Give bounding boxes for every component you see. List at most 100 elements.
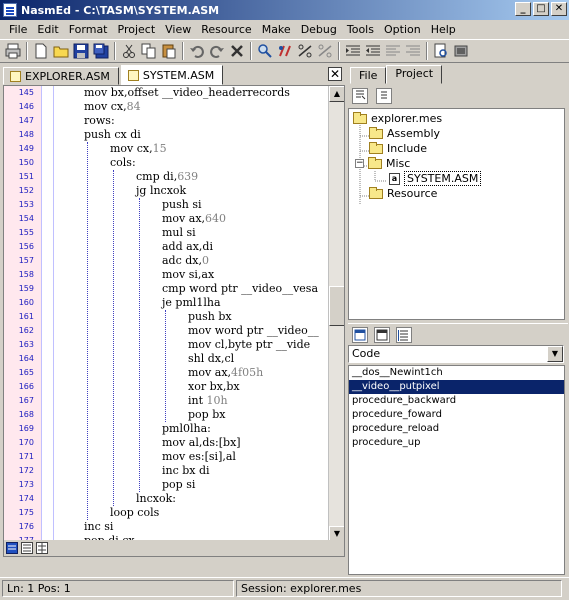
build-icon[interactable] — [451, 41, 471, 61]
comment-icon[interactable] — [295, 41, 315, 61]
tree-folder-include[interactable]: Include — [369, 141, 427, 156]
code-line[interactable]: 167 int 10h — [4, 394, 330, 408]
code-line[interactable]: 176 inc si — [4, 520, 330, 534]
print-icon[interactable] — [3, 41, 23, 61]
list-item[interactable]: procedure_reload — [349, 422, 564, 436]
menu-file[interactable]: File — [4, 23, 32, 36]
project-notes-icon[interactable] — [376, 88, 392, 104]
save-all-icon[interactable] — [91, 41, 111, 61]
menu-project[interactable]: Project — [113, 23, 161, 36]
code-line[interactable]: 172 inc bx di — [4, 464, 330, 478]
code-line[interactable]: 175 loop cols — [4, 506, 330, 520]
code-line[interactable]: 149 mov cx,15 — [4, 142, 330, 156]
view-normal-icon[interactable] — [4, 541, 19, 555]
menu-view[interactable]: View — [160, 23, 196, 36]
code-line[interactable]: 163 mov cl,byte ptr __vide — [4, 338, 330, 352]
preview-icon[interactable] — [431, 41, 451, 61]
code-line[interactable]: 164 shl dx,cl — [4, 352, 330, 366]
list-procedures-icon[interactable] — [396, 326, 412, 343]
tab-system-asm[interactable]: SYSTEM.ASM — [120, 65, 224, 85]
menu-resource[interactable]: Resource — [196, 23, 256, 36]
menu-debug[interactable]: Debug — [296, 23, 342, 36]
tree-folder-misc[interactable]: − Misc — [355, 156, 410, 171]
code-line[interactable]: 174 lncxok: — [4, 492, 330, 506]
view-split-icon[interactable] — [19, 541, 34, 555]
code-line[interactable]: 160 je pml1lha — [4, 296, 330, 310]
code-line[interactable]: 145 mov bx,offset __video_headerrecords — [4, 86, 330, 100]
list-item[interactable]: procedure_up — [349, 436, 564, 450]
justify-icon[interactable] — [403, 41, 423, 61]
list-item[interactable]: procedure_backward — [349, 394, 564, 408]
tree-root[interactable]: explorer.mes — [353, 111, 442, 126]
menu-format[interactable]: Format — [64, 23, 113, 36]
new-file-icon[interactable] — [31, 41, 51, 61]
list-item-selected[interactable]: __video__putpixel — [349, 380, 564, 394]
menu-option[interactable]: Option — [379, 23, 426, 36]
project-properties-icon[interactable] — [352, 88, 368, 104]
project-tree[interactable]: explorer.mes Assembly Include − Misc a S… — [348, 108, 565, 320]
scroll-up-button[interactable]: ▲ — [329, 86, 344, 102]
uncomment-icon[interactable] — [315, 41, 335, 61]
menu-help[interactable]: Help — [426, 23, 461, 36]
redo-icon[interactable] — [207, 41, 227, 61]
code-type-select[interactable]: Code ▼ — [348, 345, 564, 363]
code-line[interactable]: 166 xor bx,bx — [4, 380, 330, 394]
code-line[interactable]: 162 mov word ptr __video__ — [4, 324, 330, 338]
cut-icon[interactable] — [119, 41, 139, 61]
copy-icon[interactable] — [139, 41, 159, 61]
code-line[interactable]: 150 cols: — [4, 156, 330, 170]
procedure-list[interactable]: __dos__Newint1ch __video__putpixel proce… — [348, 365, 565, 575]
code-line[interactable]: 146 mov cx,84 — [4, 100, 330, 114]
code-line[interactable]: 154 mov ax,640 — [4, 212, 330, 226]
code-line[interactable]: 161 push bx — [4, 310, 330, 324]
scroll-thumb[interactable] — [329, 286, 344, 326]
minimize-button[interactable]: _ — [515, 2, 531, 16]
menu-make[interactable]: Make — [257, 23, 296, 36]
dialog-icon[interactable] — [374, 326, 390, 343]
find-icon[interactable] — [255, 41, 275, 61]
view-list-icon[interactable] — [34, 541, 49, 555]
code-line[interactable]: 151 cmp di,639 — [4, 170, 330, 184]
code-line[interactable]: 152 jg lncxok — [4, 184, 330, 198]
tab-explorer-asm[interactable]: EXPLORER.ASM — [3, 67, 119, 85]
tab-file[interactable]: File — [350, 67, 387, 84]
code-line[interactable]: 155 mul si — [4, 226, 330, 240]
app-icon[interactable] — [3, 3, 17, 17]
tree-file-system-asm[interactable]: a SYSTEM.ASM — [389, 171, 482, 186]
paste-icon[interactable] — [159, 41, 179, 61]
align-icon[interactable] — [383, 41, 403, 61]
code-editor[interactable]: 145 mov bx,offset __video_headerrecords 14… — [3, 85, 345, 557]
menu-edit[interactable]: Edit — [32, 23, 63, 36]
code-line[interactable]: 147 rows: — [4, 114, 330, 128]
code-line[interactable]: 171 mov es:[si],al — [4, 450, 330, 464]
code-line[interactable]: 168 pop bx — [4, 408, 330, 422]
code-line[interactable]: 156 add ax,di — [4, 240, 330, 254]
code-line[interactable]: 173 pop si — [4, 478, 330, 492]
code-area[interactable]: 145 mov bx,offset __video_headerrecords 14… — [4, 86, 330, 556]
chevron-down-icon[interactable]: ▼ — [547, 346, 563, 362]
close-tab-icon[interactable]: ✕ — [328, 67, 342, 81]
indent-icon[interactable] — [343, 41, 363, 61]
close-button[interactable]: ✕ — [551, 2, 567, 16]
code-line[interactable]: 169 pml0lha: — [4, 422, 330, 436]
code-line[interactable]: 158 mov si,ax — [4, 268, 330, 282]
list-item[interactable]: __dos__Newint1ch — [349, 366, 564, 380]
list-item[interactable]: procedure_foward — [349, 408, 564, 422]
outdent-icon[interactable] — [363, 41, 383, 61]
maximize-button[interactable]: □ — [533, 2, 549, 16]
tab-project[interactable]: Project — [386, 65, 443, 84]
undo-icon[interactable] — [187, 41, 207, 61]
code-line[interactable]: 157 adc dx,0 — [4, 254, 330, 268]
code-line[interactable]: 170 mov al,ds:[bx] — [4, 436, 330, 450]
delete-icon[interactable] — [227, 41, 247, 61]
window-icon[interactable] — [352, 326, 368, 343]
menu-tools[interactable]: Tools — [342, 23, 379, 36]
tree-folder-resource[interactable]: Resource — [369, 186, 437, 201]
code-line[interactable]: 159 cmp word ptr __video__vesa — [4, 282, 330, 296]
open-folder-icon[interactable] — [51, 41, 71, 61]
code-line[interactable]: 153 push si — [4, 198, 330, 212]
replace-icon[interactable] — [275, 41, 295, 61]
tree-folder-assembly[interactable]: Assembly — [369, 126, 440, 141]
code-line[interactable]: 165 mov ax,4f05h — [4, 366, 330, 380]
save-icon[interactable] — [71, 41, 91, 61]
